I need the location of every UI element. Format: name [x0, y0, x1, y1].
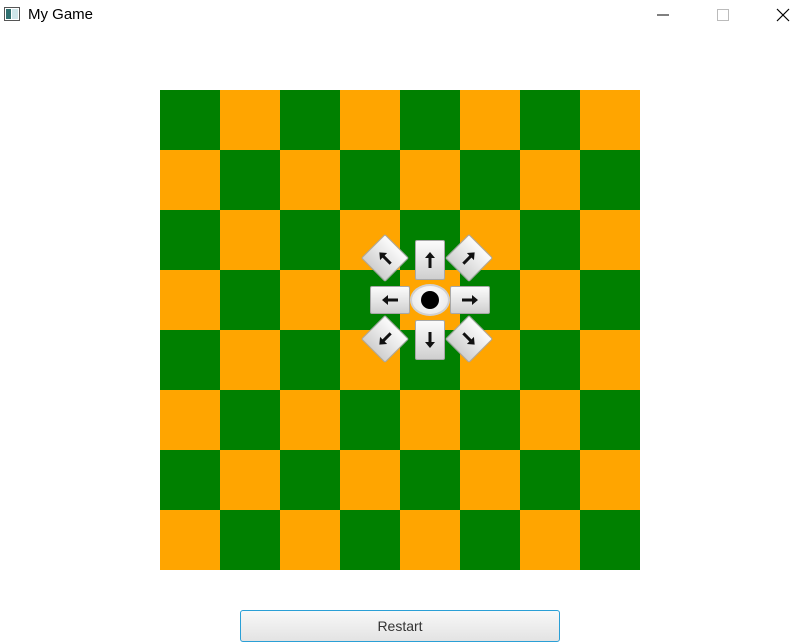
board-square [220, 390, 280, 450]
board-square [400, 90, 460, 150]
board-square [580, 510, 640, 570]
board-square [520, 210, 580, 270]
title-bar: My Game [0, 0, 812, 30]
board-square [340, 510, 400, 570]
board-square [400, 390, 460, 450]
board-square [520, 510, 580, 570]
board-square [400, 510, 460, 570]
board-square [340, 150, 400, 210]
board-square [160, 210, 220, 270]
board-square [400, 150, 460, 210]
restart-button[interactable]: Restart [240, 610, 560, 642]
board-square [160, 510, 220, 570]
board-square [340, 90, 400, 150]
board-square [520, 270, 580, 330]
window-title: My Game [28, 6, 94, 23]
board-square [580, 90, 640, 150]
board-square [220, 330, 280, 390]
board-square [460, 390, 520, 450]
move-up-right-button[interactable] [444, 233, 494, 283]
arrow-right-icon [462, 295, 478, 305]
board-square [520, 390, 580, 450]
arrow-up-icon [425, 252, 435, 268]
board-square [160, 90, 220, 150]
board-square [280, 450, 340, 510]
arrow-left-icon [382, 295, 398, 305]
player-piece [421, 291, 439, 309]
board-square [280, 150, 340, 210]
arrow-down-right-icon [462, 332, 475, 345]
maximize-icon [717, 9, 729, 21]
board-square [280, 270, 340, 330]
board-square [160, 390, 220, 450]
move-down-button[interactable] [415, 320, 445, 360]
board-square [280, 90, 340, 150]
board-square [220, 90, 280, 150]
board-square [160, 330, 220, 390]
board-square [460, 90, 520, 150]
move-down-right-button[interactable] [444, 314, 494, 364]
center-button[interactable] [410, 284, 450, 316]
maximize-button[interactable] [700, 0, 746, 30]
board-square [520, 150, 580, 210]
board-square [580, 150, 640, 210]
board-square [400, 450, 460, 510]
move-up-left-button[interactable] [360, 233, 410, 283]
move-left-button[interactable] [370, 286, 410, 314]
close-button[interactable] [760, 0, 806, 30]
board-square [220, 150, 280, 210]
arrow-up-right-icon [462, 252, 475, 265]
board-square [220, 510, 280, 570]
board-square [460, 150, 520, 210]
board-square [580, 450, 640, 510]
close-icon [776, 8, 790, 22]
board-square [520, 450, 580, 510]
move-down-left-button[interactable] [360, 314, 410, 364]
board-square [280, 330, 340, 390]
board-square [580, 390, 640, 450]
minimize-icon [657, 14, 669, 16]
board-square [580, 270, 640, 330]
board-square [520, 90, 580, 150]
board-square [220, 450, 280, 510]
direction-pad [360, 230, 500, 370]
board-square [580, 330, 640, 390]
board-square [460, 510, 520, 570]
arrow-down-icon [425, 332, 435, 348]
board-square [280, 390, 340, 450]
move-up-button[interactable] [415, 240, 445, 280]
board-square [220, 210, 280, 270]
board-square [340, 390, 400, 450]
board-square [460, 450, 520, 510]
arrow-down-left-icon [379, 332, 392, 345]
board-square [280, 510, 340, 570]
board-square [220, 270, 280, 330]
board-square [160, 450, 220, 510]
arrow-up-left-icon [379, 252, 392, 265]
minimize-button[interactable] [640, 0, 686, 30]
board-square [340, 450, 400, 510]
board-square [160, 150, 220, 210]
move-right-button[interactable] [450, 286, 490, 314]
app-icon [4, 7, 20, 21]
board-square [520, 330, 580, 390]
board-square [280, 210, 340, 270]
board-square [160, 270, 220, 330]
board-square [580, 210, 640, 270]
